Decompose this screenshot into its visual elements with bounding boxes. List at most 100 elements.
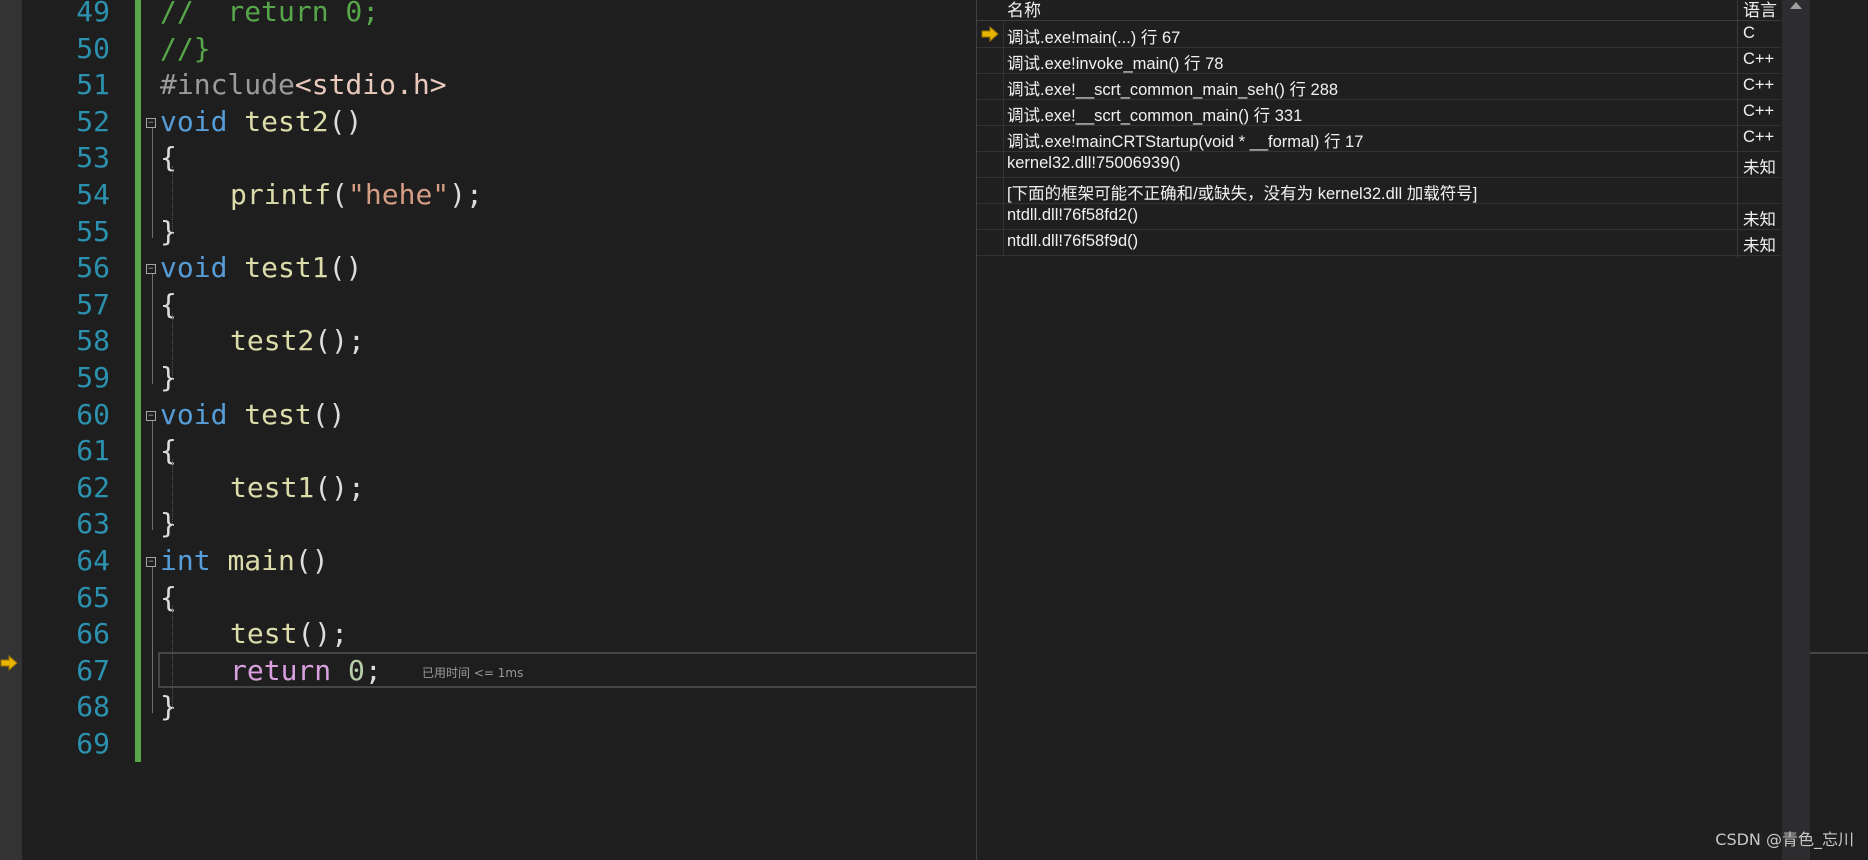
code-line[interactable]: 60 − void test() [22, 397, 976, 434]
code-text: test1(); [230, 470, 365, 507]
line-number: 49 [76, 0, 110, 28]
code-text: // return 0; [160, 0, 379, 31]
code-text: } [160, 506, 177, 543]
code-line[interactable]: 66 test(); [22, 616, 976, 653]
frame-indicator-cell [977, 203, 1004, 229]
call-stack-row[interactable]: ntdll.dll!76f58f9d() 未知 [977, 229, 1781, 256]
code-token: // return 0; [160, 0, 380, 28]
current-line-highlight-tail [1810, 652, 1868, 654]
line-number: 57 [76, 287, 110, 321]
frame-name: [下面的框架可能不正确和/或缺失，没有为 kernel32.dll 加载符号] [1007, 185, 1478, 203]
code-token: int [160, 544, 211, 577]
code-line[interactable]: 62 test1(); [22, 470, 976, 507]
frame-language: 未知 [1743, 237, 1776, 255]
code-line[interactable]: 59} [22, 360, 976, 397]
call-stack-row[interactable]: [下面的框架可能不正确和/或缺失，没有为 kernel32.dll 加载符号] [977, 177, 1781, 204]
chevron-up-icon[interactable] [1790, 2, 1802, 9]
code-text: test2(); [230, 323, 365, 360]
line-number: 60 [76, 397, 110, 431]
fold-toggle-icon[interactable]: − [146, 264, 156, 275]
code-line[interactable]: 63} [22, 506, 976, 543]
code-token: #include [160, 68, 295, 102]
line-number: 52 [76, 104, 110, 138]
code-line[interactable]: 53 { [22, 140, 976, 177]
code-text: } [160, 360, 177, 397]
call-stack-row[interactable]: 调试.exe!invoke_main() 行 78 C++ [977, 47, 1781, 74]
execution-arrow-icon [0, 655, 18, 671]
call-stack-row[interactable]: 调试.exe!main(...) 行 67 C [977, 21, 1781, 48]
code-line[interactable]: 52 − void test2() [22, 104, 976, 141]
perf-tip[interactable]: 已用时间 <= 1ms [422, 664, 523, 681]
code-token: (); [297, 617, 349, 651]
frame-indicator-cell [977, 73, 1004, 99]
call-stack-window: 名称 语言 调试.exe!main(...) 行 67 C 调试.exe!invok… [976, 0, 1783, 860]
code-token: test2 [230, 324, 315, 358]
indent-guide [172, 312, 173, 380]
frame-indicator-cell [977, 125, 1004, 151]
line-number: 62 [76, 470, 110, 504]
frame-language: C++ [1743, 76, 1775, 94]
code-token: } [160, 690, 177, 724]
code-token: { [160, 580, 177, 614]
scope-guide [152, 127, 153, 238]
code-token: void [160, 397, 228, 431]
code-token: test [230, 617, 298, 651]
code-token: () [311, 397, 346, 431]
code-token: { [160, 141, 177, 175]
editor-right-margin [1810, 0, 1868, 860]
frame-language: 未知 [1743, 211, 1776, 229]
frame-name: 调试.exe!invoke_main() 行 78 [1007, 55, 1224, 73]
call-stack-row[interactable]: 调试.exe!__scrt_common_main_seh() 行 288 C++ [977, 73, 1781, 100]
code-text: test(); [230, 616, 348, 653]
fold-toggle-icon[interactable]: − [146, 117, 156, 128]
code-text: #include<stdio.h> [160, 67, 447, 104]
line-number: 55 [76, 214, 110, 248]
code-line[interactable]: 56 − void test1() [22, 250, 976, 287]
code-line[interactable]: 55} [22, 214, 976, 251]
code-line[interactable]: 64 − int main() [22, 543, 976, 580]
code-text: void test1() [160, 250, 362, 287]
frame-indicator-cell [977, 151, 1004, 177]
code-token: <stdio.h> [294, 68, 447, 102]
arrow-right-icon [981, 26, 999, 42]
line-number: 61 [76, 434, 110, 468]
code-token: test1 [244, 251, 329, 285]
call-stack-scrollbar[interactable] [1782, 0, 1810, 860]
code-editor[interactable]: 49 // return 0; 50//} 51 #include<stdio.h> 52… [22, 0, 976, 860]
code-line[interactable]: 49 // return 0; [22, 0, 976, 31]
indent-guide [172, 166, 173, 234]
code-line[interactable]: 65 { [22, 580, 976, 617]
code-token: (); [314, 324, 365, 358]
code-line[interactable]: 68} [22, 689, 976, 726]
code-line[interactable]: 57 { [22, 287, 976, 324]
call-stack-row[interactable]: 调试.exe!__scrt_common_main() 行 331 C++ [977, 99, 1781, 126]
line-number: 59 [76, 361, 110, 394]
frame-name: 调试.exe!mainCRTStartup(void * __formal) 行… [1007, 133, 1364, 151]
call-stack-row[interactable]: 调试.exe!mainCRTStartup(void * __formal) 行… [977, 125, 1781, 152]
line-number: 67 [76, 653, 110, 687]
code-line[interactable]: 51 #include<stdio.h> [22, 67, 976, 104]
code-line[interactable]: 54 printf("hehe"); [22, 177, 976, 214]
code-text: { [160, 140, 177, 177]
frame-name: 调试.exe!main(...) 行 67 [1007, 29, 1181, 47]
fold-toggle-icon[interactable]: − [146, 410, 156, 421]
code-line[interactable]: 58 test2(); [22, 323, 976, 360]
call-stack-row[interactable]: kernel32.dll!75006939() 未知 [977, 151, 1781, 178]
column-header-language[interactable]: 语言 [1743, 0, 1777, 21]
code-line[interactable]: 50 //} [22, 31, 976, 68]
code-text: { [160, 287, 177, 324]
code-text: } [160, 214, 177, 251]
column-header-name[interactable]: 名称 [1007, 0, 1041, 21]
fold-toggle-icon[interactable]: − [146, 557, 156, 567]
code-text: { [160, 580, 177, 617]
code-line[interactable]: 69 [22, 726, 976, 763]
breakpoint-margin[interactable] [0, 0, 22, 860]
code-line[interactable]: 61 { [22, 433, 976, 470]
code-token: void [160, 104, 228, 138]
frame-name: 调试.exe!__scrt_common_main() 行 331 [1007, 107, 1303, 125]
call-stack-row[interactable]: ntdll.dll!76f58fd2() 未知 [977, 203, 1781, 230]
code-text: //} [160, 31, 211, 68]
